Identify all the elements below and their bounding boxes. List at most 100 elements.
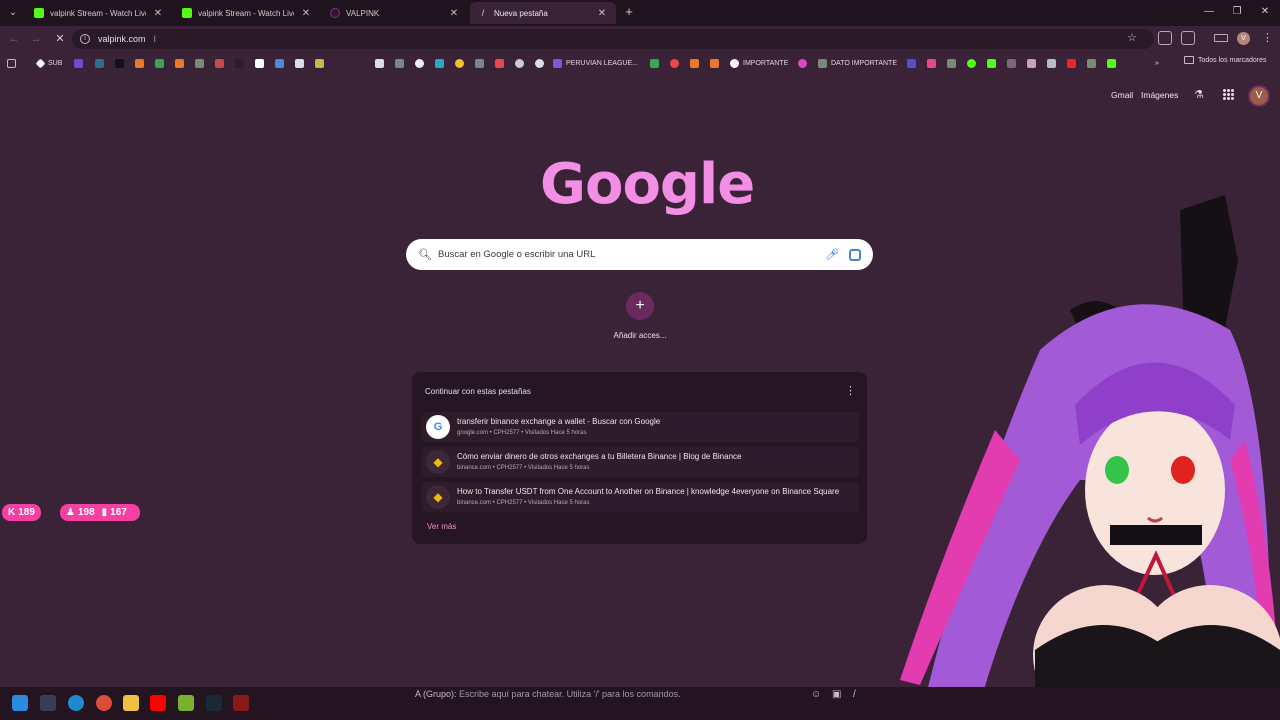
bookmark-peruvian-league-label[interactable]: PERUVIAN LEAGUE...	[553, 56, 638, 70]
close-window-icon[interactable]: ✕	[1250, 4, 1280, 20]
google-account-avatar[interactable]: V	[1248, 85, 1270, 107]
maximize-icon[interactable]: ❐	[1222, 4, 1252, 20]
bookmark-icon[interactable]	[690, 56, 699, 70]
bookmark-icon[interactable]	[95, 56, 104, 70]
tab-nueva-pestana[interactable]: / Nueva pestaña ✕	[470, 2, 616, 24]
tab-valpink-stream-1[interactable]: valpink Stream - Watch Live on ✕	[26, 2, 172, 24]
bookmark-star-icon[interactable]: ☆	[1127, 31, 1137, 44]
steam-icon[interactable]	[206, 695, 222, 711]
close-icon[interactable]: ✕	[152, 8, 164, 19]
address-bar[interactable]: i valpink.com I	[72, 29, 1154, 49]
address-url[interactable]: valpink.com	[98, 34, 146, 44]
card-menu-icon[interactable]: ⋮	[845, 384, 856, 397]
kick-bookmark-icon[interactable]	[987, 56, 996, 70]
bookmark-icon[interactable]	[1067, 56, 1076, 70]
site-info-icon[interactable]: i	[80, 34, 90, 44]
list-item[interactable]: ◆ How to Transfer USDT from One Account …	[422, 482, 859, 512]
kick-bookmark-icon[interactable]	[1107, 56, 1116, 70]
app-icon[interactable]	[178, 695, 194, 711]
bookmark-icon[interactable]	[927, 56, 936, 70]
bookmark-icon[interactable]	[495, 56, 504, 70]
new-tab-button[interactable]: +	[622, 4, 636, 20]
bookmark-icon[interactable]	[967, 56, 976, 70]
bookmark-icon[interactable]	[1007, 56, 1016, 70]
tab-search-icon[interactable]: ⌄	[4, 4, 22, 22]
bookmark-icon[interactable]	[475, 56, 484, 70]
bookmark-icon[interactable]	[455, 56, 464, 70]
bookmark-icon[interactable]	[798, 56, 807, 70]
bookmark-importante[interactable]: IMPORTANTE	[730, 56, 788, 70]
list-item[interactable]: ◆ Cómo enviar dinero de otros exchanges …	[422, 447, 859, 477]
add-shortcut-button[interactable]: +	[626, 292, 654, 320]
bookmark-icon[interactable]	[907, 56, 916, 70]
bookmark-icon[interactable]	[395, 56, 404, 70]
bookmark-icon[interactable]	[135, 56, 144, 70]
bookmark-icon[interactable]	[74, 56, 83, 70]
bookmark-icon[interactable]	[115, 56, 124, 70]
list-item-subtitle: binance.com • CPH2577 • Visitados Hace 5…	[457, 500, 590, 506]
emoji-icon[interactable]: ☺	[811, 689, 821, 700]
bookmark-icon[interactable]	[947, 56, 956, 70]
close-icon[interactable]: ✕	[300, 8, 312, 19]
all-bookmarks-folder[interactable]: Todos los marcadores	[1184, 56, 1266, 64]
bookmark-icon[interactable]	[1027, 56, 1036, 70]
search-box[interactable]: 🔍︎ Buscar en Google o escribir una URL 🎤…	[406, 239, 873, 270]
bookmark-icon[interactable]	[255, 56, 264, 70]
bookmark-peruvian-league[interactable]	[535, 56, 544, 70]
media-icon[interactable]	[1214, 34, 1228, 42]
app-icon[interactable]	[233, 695, 249, 711]
file-explorer-icon[interactable]	[123, 695, 139, 711]
stop-loading-icon[interactable]: ✕	[52, 31, 68, 47]
search-input[interactable]: Buscar en Google o escribir una URL	[434, 249, 825, 260]
edge-icon[interactable]	[68, 695, 84, 711]
google-apps-icon[interactable]	[1223, 89, 1234, 100]
bookmark-icon[interactable]	[235, 56, 244, 70]
bookmark-icon[interactable]	[710, 56, 719, 70]
add-shortcut-label[interactable]: Añadir acces...	[600, 331, 680, 340]
bookmark-icon[interactable]	[670, 56, 679, 70]
chat-input[interactable]: A (Grupo): Escribe aquí para chatear. Ut…	[415, 689, 681, 699]
voice-search-icon[interactable]: 🎤︎	[825, 248, 839, 261]
list-item[interactable]: G transferir binance exchange a wallet -…	[422, 412, 859, 442]
bookmark-icon[interactable]	[215, 56, 224, 70]
bookmark-icon[interactable]	[415, 56, 424, 70]
bookmark-dato-importante[interactable]: DATO IMPORTANTE	[818, 56, 897, 70]
google-lens-icon[interactable]	[849, 248, 861, 261]
minimize-icon[interactable]: —	[1194, 4, 1224, 20]
labs-flask-icon[interactable]: ⚗	[1194, 88, 1204, 101]
profile-avatar-small[interactable]: V	[1237, 32, 1250, 45]
bookmark-sub[interactable]: SUB	[35, 56, 62, 70]
tab-valpink-stream-2[interactable]: valpink Stream - Watch Live on ✕	[174, 2, 320, 24]
images-link[interactable]: Imágenes	[1141, 90, 1178, 100]
see-more-link[interactable]: Ver más	[427, 522, 456, 531]
bookmark-icon[interactable]	[175, 56, 184, 70]
bookmark-icon[interactable]	[275, 56, 284, 70]
windows-start-icon[interactable]	[12, 695, 28, 711]
command-icon[interactable]: /	[853, 689, 856, 700]
close-icon[interactable]: ✕	[596, 8, 608, 19]
youtube-icon[interactable]	[150, 695, 166, 711]
browser-menu-icon[interactable]: ⋮	[1262, 31, 1273, 44]
bookmark-icon[interactable]	[515, 56, 524, 70]
bookmark-icon[interactable]	[315, 56, 324, 70]
extensions-icon[interactable]	[1181, 31, 1195, 45]
tab-valpink[interactable]: VALPINK ✕	[322, 2, 468, 24]
gmail-link[interactable]: Gmail	[1111, 90, 1133, 100]
more-bookmarks-icon[interactable]: »	[1155, 56, 1159, 70]
cast-icon[interactable]	[1158, 31, 1172, 45]
bookmark-icon[interactable]	[295, 56, 304, 70]
chrome-icon[interactable]	[96, 695, 112, 711]
drive-icon[interactable]	[155, 56, 164, 70]
bookmark-icon[interactable]	[650, 56, 659, 70]
image-icon[interactable]: ▣	[832, 689, 841, 700]
app-icon[interactable]	[40, 695, 56, 711]
back-icon[interactable]: ←	[6, 31, 22, 47]
bookmark-icon[interactable]	[375, 56, 384, 70]
forward-icon[interactable]: →	[28, 31, 44, 47]
close-icon[interactable]: ✕	[448, 8, 460, 19]
bookmark-icon[interactable]	[195, 56, 204, 70]
bookmark-icon[interactable]	[435, 56, 444, 70]
bookmark-icon[interactable]	[1047, 56, 1056, 70]
bookmark-icon[interactable]	[1087, 56, 1096, 70]
apps-grid-icon[interactable]	[7, 56, 16, 70]
